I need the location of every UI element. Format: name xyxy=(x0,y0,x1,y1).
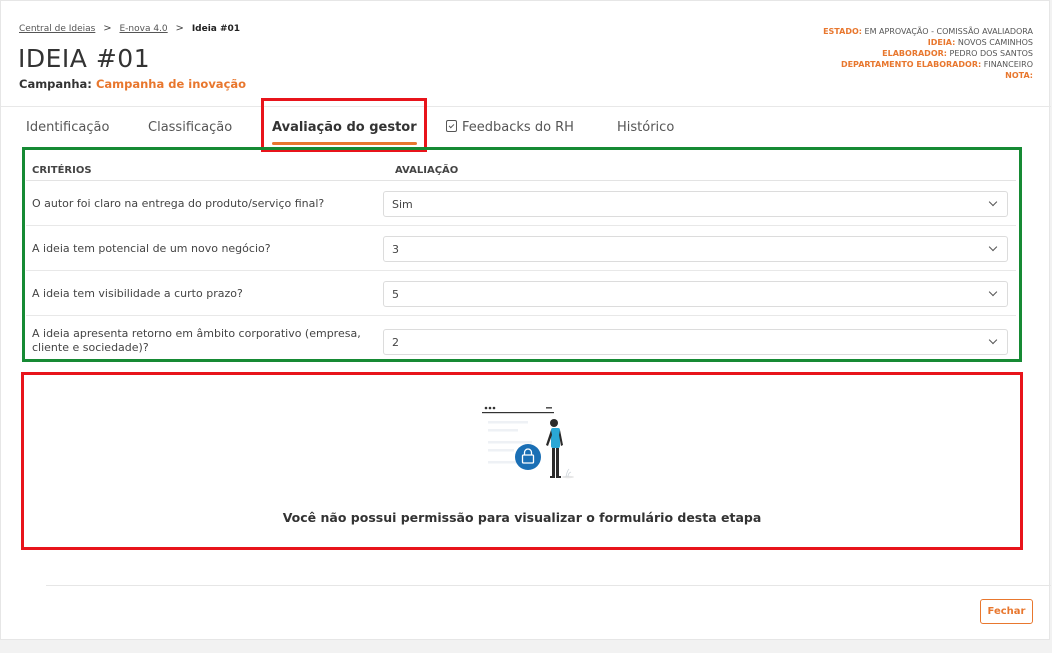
chevron-down-icon xyxy=(988,242,998,252)
meta-ideia: IDEIA: NOVOS CAMINHOS xyxy=(927,38,1033,47)
campaign-line: Campanha: Campanha de inovação xyxy=(19,77,246,91)
page-title: IDEIA #01 xyxy=(18,44,151,73)
page-header: Central de Ideias > E-nova 4.0 > Ideia #… xyxy=(1,1,1051,107)
locked-form-illustration xyxy=(482,406,574,479)
idea-card: Central de Ideias > E-nova 4.0 > Ideia #… xyxy=(0,0,1051,640)
chevron-down-icon xyxy=(988,287,998,297)
select-value: 3 xyxy=(392,243,399,256)
evaluation-select[interactable]: 5 xyxy=(383,281,1008,307)
meta-elaborador: ELABORADOR: PEDRO DOS SANTOS xyxy=(882,49,1033,58)
table-row: O autor foi claro na entrega do produto/… xyxy=(26,181,1016,226)
tab-feedbacks-do-rh[interactable]: Feedbacks do RH xyxy=(446,120,574,135)
evaluation-select[interactable]: 2 xyxy=(383,329,1008,355)
close-button[interactable]: Fechar xyxy=(980,599,1033,624)
breadcrumb-separator: > xyxy=(103,23,112,34)
meta-nota: NOTA: xyxy=(1005,71,1033,80)
breadcrumb-separator: > xyxy=(175,23,184,34)
meta-departamento: DEPARTAMENTO ELABORADOR: FINANCEIRO xyxy=(840,60,1033,69)
breadcrumb: Central de Ideias > E-nova 4.0 > Ideia #… xyxy=(19,23,240,34)
table-row: A ideia tem visibilidade a curto prazo? … xyxy=(26,271,1016,316)
idea-meta: ESTADO: EM APROVAÇÃO - COMISSÃO AVALIADO… xyxy=(823,26,1033,81)
campaign-label: Campanha: xyxy=(19,77,92,91)
highlight-active-tab xyxy=(261,98,427,152)
tab-bar: Identificação Classificação Avaliação do… xyxy=(1,108,1051,146)
permission-message: Você não possui permissão para visualiza… xyxy=(282,510,762,525)
col-avaliacao: AVALIAÇÃO xyxy=(395,165,459,176)
criterion-question: A ideia tem potencial de um novo negócio… xyxy=(32,242,271,255)
evaluation-select[interactable]: 3 xyxy=(383,236,1008,262)
col-criterios: CRITÉRIOS xyxy=(32,165,92,176)
criterion-question: O autor foi claro na entrega do produto/… xyxy=(32,197,325,210)
table-header: CRITÉRIOS AVALIAÇÃO xyxy=(26,157,1016,181)
chevron-down-icon xyxy=(988,335,998,345)
chevron-down-icon xyxy=(988,197,998,207)
evaluation-select[interactable]: Sim xyxy=(383,191,1008,217)
breadcrumb-central-de-ideias[interactable]: Central de Ideias xyxy=(19,24,95,34)
lock-icon xyxy=(515,444,541,470)
campaign-value: Campanha de inovação xyxy=(95,77,247,91)
table-row: A ideia apresenta retorno em âmbito corp… xyxy=(26,316,1016,360)
meta-estado: ESTADO: EM APROVAÇÃO - COMISSÃO AVALIADO… xyxy=(823,27,1033,36)
breadcrumb-current: Ideia #01 xyxy=(191,24,241,34)
criterion-question: A ideia apresenta retorno em âmbito corp… xyxy=(32,327,361,354)
select-value: 5 xyxy=(392,288,399,301)
select-value: Sim xyxy=(392,198,413,211)
table-row: A ideia tem potencial de um novo negócio… xyxy=(26,226,1016,271)
select-value: 2 xyxy=(392,336,399,349)
tab-historico[interactable]: Histórico xyxy=(617,120,674,135)
breadcrumb-e-nova[interactable]: E-nova 4.0 xyxy=(120,24,168,34)
evaluation-table: CRITÉRIOS AVALIAÇÃO O autor foi claro na… xyxy=(26,157,1016,360)
footer-divider xyxy=(46,585,1051,586)
criterion-question: A ideia tem visibilidade a curto prazo? xyxy=(32,287,243,300)
permission-empty-state: Você não possui permissão para visualiza… xyxy=(21,372,1023,550)
clipboard-check-icon xyxy=(446,120,457,132)
tab-classificacao[interactable]: Classificação xyxy=(148,120,232,135)
tab-identificacao[interactable]: Identificação xyxy=(26,120,109,135)
